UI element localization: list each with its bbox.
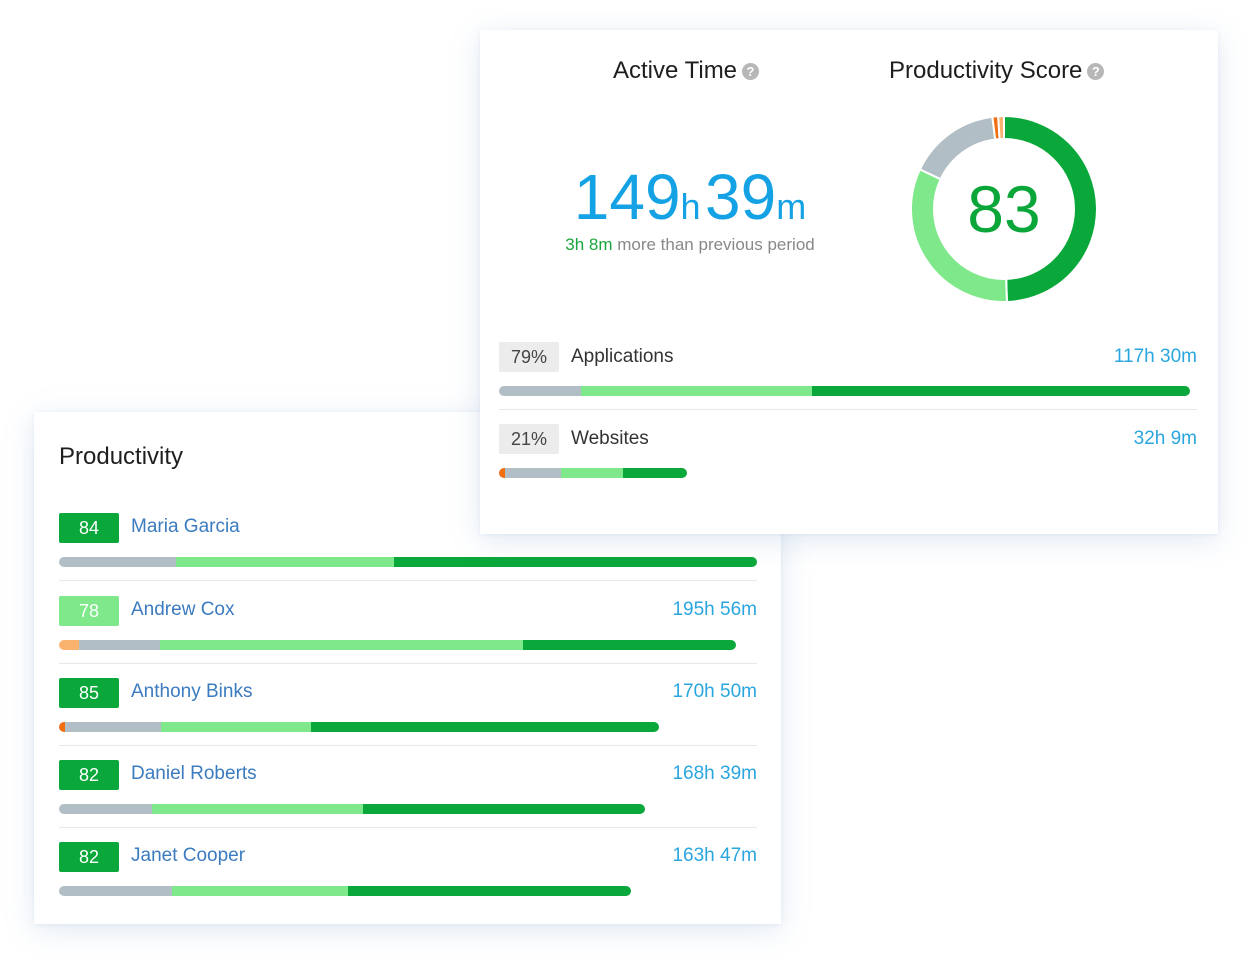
bar-segment-productive-dark xyxy=(812,386,1190,396)
hours-unit: h xyxy=(680,186,701,227)
bar-segment-neutral xyxy=(59,886,172,896)
active-hours: 149 xyxy=(573,161,681,233)
row-label: Applications xyxy=(571,346,674,367)
user-name-link[interactable]: Andrew Cox xyxy=(131,599,235,621)
row-divider xyxy=(499,409,1197,410)
productivity-title: Productivity xyxy=(59,443,184,470)
productivity-score-badge: 82 xyxy=(59,760,119,790)
bar-segment-productive-light xyxy=(152,804,364,814)
bar-segment-productive-dark xyxy=(363,804,646,814)
productivity-bar xyxy=(59,886,632,896)
productivity-score-badge: 78 xyxy=(59,596,119,626)
bar-segment-neutral xyxy=(499,386,582,396)
user-name-link[interactable]: Anthony Binks xyxy=(131,681,252,703)
question-icon[interactable]: ? xyxy=(742,62,760,80)
productivity-bar xyxy=(59,557,757,567)
bar-segment-productive-dark xyxy=(348,886,632,896)
productivity-score-badge: 84 xyxy=(59,513,119,543)
bar-segment-productive-light xyxy=(176,557,395,567)
user-row[interactable]: 82 Daniel Roberts 168h 39m xyxy=(59,760,757,842)
row-divider xyxy=(59,827,757,828)
percent-badge: 21% xyxy=(499,424,559,454)
active-time-header: Active Time ? xyxy=(613,57,760,85)
row-label: Websites xyxy=(571,428,649,449)
productivity-bar xyxy=(59,804,646,814)
productivity-score-badge: 85 xyxy=(59,678,119,708)
websites-row[interactable]: 21% Websites 32h 9m xyxy=(499,424,1197,506)
bar-segment-neutral xyxy=(65,722,162,732)
productivity-bar xyxy=(59,640,737,650)
row-time: 32h 9m xyxy=(1133,428,1197,449)
active-time-diff: 3h 8m more than previous period xyxy=(540,235,840,255)
user-active-time: 170h 50m xyxy=(672,681,757,702)
percent-badge: 79% xyxy=(499,342,559,372)
productivity-score-title: Productivity Score xyxy=(889,57,1083,84)
user-row[interactable]: 82 Janet Cooper 163h 47m xyxy=(59,842,757,924)
user-row[interactable]: 78 Andrew Cox 195h 56m xyxy=(59,596,757,678)
bar-segment-productive-light xyxy=(581,386,813,396)
bar-segment-productive-dark xyxy=(311,722,660,732)
row-time: 117h 30m xyxy=(1113,346,1197,367)
bar-segment-productive-dark xyxy=(394,557,757,567)
user-name-link[interactable]: Janet Cooper xyxy=(131,845,245,867)
user-name-link[interactable]: Daniel Roberts xyxy=(131,763,257,785)
applications-row[interactable]: 79% Applications 117h 30m xyxy=(499,342,1197,424)
row-divider xyxy=(59,745,757,746)
active-time-title: Active Time xyxy=(613,57,738,84)
bar-segment-productive-dark xyxy=(623,468,688,478)
bar-segment-productive-light xyxy=(171,886,349,896)
user-active-time: 195h 56m xyxy=(672,599,757,620)
row-divider xyxy=(59,580,757,581)
bar-segment-neutral xyxy=(59,804,153,814)
bar-segment-productive-light xyxy=(561,468,624,478)
user-name-link[interactable]: Maria Garcia xyxy=(131,516,240,538)
bar-segment-productive-dark xyxy=(523,640,737,650)
productivity-score-badge: 82 xyxy=(59,842,119,872)
bar-segment-productive-light xyxy=(159,640,524,650)
bar-segment-neutral xyxy=(504,468,562,478)
user-row[interactable]: 85 Anthony Binks 170h 50m xyxy=(59,678,757,760)
diff-value: 3h 8m xyxy=(565,235,613,254)
bar-segment-unproductive-light xyxy=(59,640,80,650)
productivity-score-header: Productivity Score ? xyxy=(889,57,1105,85)
productivity-bar xyxy=(59,722,660,732)
active-time-value: 149h 39m xyxy=(570,160,810,234)
row-divider xyxy=(59,663,757,664)
applications-bar xyxy=(499,386,1190,396)
user-active-time: 163h 47m xyxy=(672,845,757,866)
bar-segment-productive-light xyxy=(161,722,312,732)
productivity-score-value: 83 xyxy=(967,172,1041,246)
minutes-unit: m xyxy=(776,186,807,227)
summary-card: Active Time ? Productivity Score ? 149h … xyxy=(480,30,1218,534)
diff-text: more than previous period xyxy=(612,235,815,254)
question-icon[interactable]: ? xyxy=(1087,62,1105,80)
bar-segment-neutral xyxy=(59,557,177,567)
websites-bar xyxy=(499,468,688,478)
user-active-time: 168h 39m xyxy=(672,763,757,784)
bar-segment-neutral xyxy=(79,640,160,650)
active-minutes: 39 xyxy=(705,161,777,233)
